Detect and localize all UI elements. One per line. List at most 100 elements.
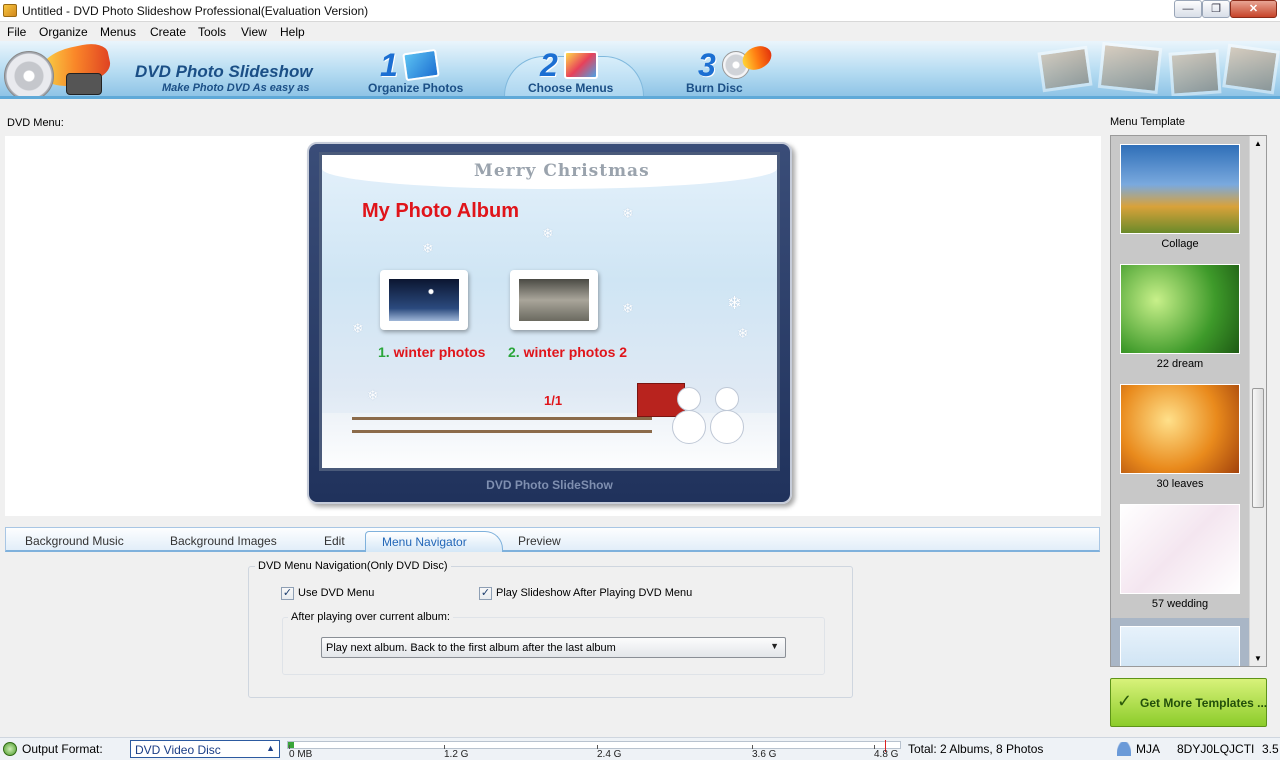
scrollbar-thumb[interactable] [1252,388,1264,508]
step-number: 3 [698,47,716,83]
tab-menu-navigator[interactable]: Menu Navigator [365,531,503,552]
template-thumbnail [1120,264,1240,354]
menu-create[interactable]: Create [150,25,186,39]
step-burn-disc[interactable]: 3 Burn Disc [686,41,828,96]
preview-album-title[interactable]: My Photo Album [362,200,519,223]
globe-icon [3,742,17,756]
menu-template-list: Collage 22 dream 30 leaves 57 wedding ▲ … [1110,135,1267,667]
menu-bar: File Organize Menus Create Tools View He… [0,22,1280,41]
close-button[interactable]: ✕ [1230,0,1277,18]
output-format-select[interactable]: DVD Video Disc ▲ [130,740,280,758]
maximize-button[interactable]: ❐ [1202,0,1230,18]
chevron-up-icon[interactable]: ▲ [266,743,275,753]
snowflake-icon: ❄ [737,325,749,341]
snowflake-icon: ❄ [422,240,434,256]
template-scrollbar[interactable]: ▲ ▼ [1249,136,1266,666]
photos-icon [402,48,440,82]
menus-icon [564,51,598,79]
tab-preview[interactable]: Preview [518,534,561,548]
menu-tools[interactable]: Tools [198,25,226,39]
fence-decoration [352,417,652,433]
checkbox-label: Use DVD Menu [298,587,375,599]
scroll-up-icon[interactable]: ▲ [1254,139,1262,148]
template-name: Collage [1161,238,1199,250]
snowflake-icon: ❄ [542,225,554,241]
album-thumbnail-1[interactable] [380,270,468,330]
minimize-button[interactable]: — [1174,0,1202,18]
album-thumbnail-image [519,279,589,321]
snowflake-icon: ❄ [622,205,634,221]
capacity-tick: 3.6 G [752,745,776,760]
chevron-down-icon[interactable]: ▼ [770,641,779,651]
template-item[interactable]: 22 dream [1111,256,1249,376]
template-thumbnail [1120,626,1240,666]
album-caption-2[interactable]: 2. winter photos 2 [508,344,627,360]
after-playing-group: After playing over current album: Play n… [282,611,825,675]
snowflake-icon: ❄ [352,320,364,336]
step-number: 1 [380,47,398,83]
capacity-tick: 1.2 G [444,745,468,760]
tab-edit[interactable]: Edit [324,534,345,548]
snowman-head-icon [677,387,701,411]
step-label: Organize Photos [368,81,464,95]
disc-capacity-bar [287,740,901,752]
decorative-photos [1020,41,1280,96]
template-item[interactable]: 57 wedding [1111,496,1249,616]
page-indicator: 1/1 [544,393,563,408]
logo-disc-icon [4,51,54,96]
menu-template-label: Menu Template [1110,116,1186,128]
menu-navigation-group: DVD Menu Navigation(Only DVD Disc) ✓ Use… [248,560,853,698]
album-thumbnail-image [389,279,459,321]
menu-menus[interactable]: Menus [100,25,136,39]
preview-screen: Merry Christmas My Photo Album ❄ ❄ ❄ ❄ ❄… [319,152,780,471]
album-caption-1[interactable]: 1. winter photos [378,344,485,360]
step-label: Burn Disc [686,81,743,95]
template-name: 22 dream [1156,358,1204,370]
snowman-icon [710,410,744,444]
group-legend: After playing over current album: [288,611,453,623]
menu-help[interactable]: Help [280,25,305,39]
tab-background-music[interactable]: Background Music [25,534,124,548]
template-thumbnail [1120,144,1240,234]
capacity-tick: 0 MB [289,745,312,760]
template-name: 30 leaves [1156,478,1204,490]
after-playing-select[interactable]: Play next album. Back to the first album… [321,637,786,658]
step-choose-menus[interactable]: 2 Choose Menus [528,47,670,96]
tab-label: Menu Navigator [382,535,467,549]
step-label: Choose Menus [528,81,614,95]
album-name: winter photos 2 [523,344,628,360]
step-number: 2 [540,47,558,83]
dvd-menu-preview: Merry Christmas My Photo Album ❄ ❄ ❄ ❄ ❄… [307,142,792,504]
snowman-head-icon [715,387,739,411]
snowflake-icon: ❄ [622,300,634,316]
menu-view[interactable]: View [241,25,267,39]
machine-code: 8DYJ0LQJCTI [1177,742,1255,756]
snowflake-icon: ❄ [727,293,743,313]
editor-tabs: Background Music Background Images Edit … [5,527,1100,552]
template-item-selected[interactable] [1111,618,1249,666]
logo-camera-icon [66,73,102,95]
download-check-icon: ✓ [1117,691,1133,711]
select-value: Play next album. Back to the first album… [326,642,616,654]
template-item[interactable]: 30 leaves [1111,376,1249,496]
group-legend: DVD Menu Navigation(Only DVD Disc) [255,560,451,572]
window-title: Untitled - DVD Photo Slideshow Professio… [22,4,369,18]
step-organize-photos[interactable]: 1 Organize Photos [368,47,510,96]
template-name: 57 wedding [1151,598,1209,610]
tab-background-images[interactable]: Background Images [170,534,277,548]
menu-organize[interactable]: Organize [39,25,88,39]
album-thumbnail-2[interactable] [510,270,598,330]
checkbox-check-icon[interactable]: ✓ [281,587,294,600]
title-bar: Untitled - DVD Photo Slideshow Professio… [0,0,1280,22]
checkbox-check-icon[interactable]: ✓ [479,587,492,600]
wizard-banner: DVD Photo Slideshow Make Photo DVD As ea… [0,41,1280,99]
menu-file[interactable]: File [7,25,26,39]
select-value: DVD Video Disc [135,743,221,757]
preview-brand: DVD Photo SlideShow [486,478,613,492]
scroll-down-icon[interactable]: ▼ [1254,654,1262,663]
status-bar: Output Format: DVD Video Disc ▲ 0 MB 1.2… [0,737,1280,760]
get-more-templates-button[interactable]: ✓ Get More Templates ... [1110,678,1267,727]
template-item[interactable]: Collage [1111,136,1249,256]
capacity-tick: 4.8 G [874,745,898,760]
capacity-tick: 2.4 G [597,745,621,760]
